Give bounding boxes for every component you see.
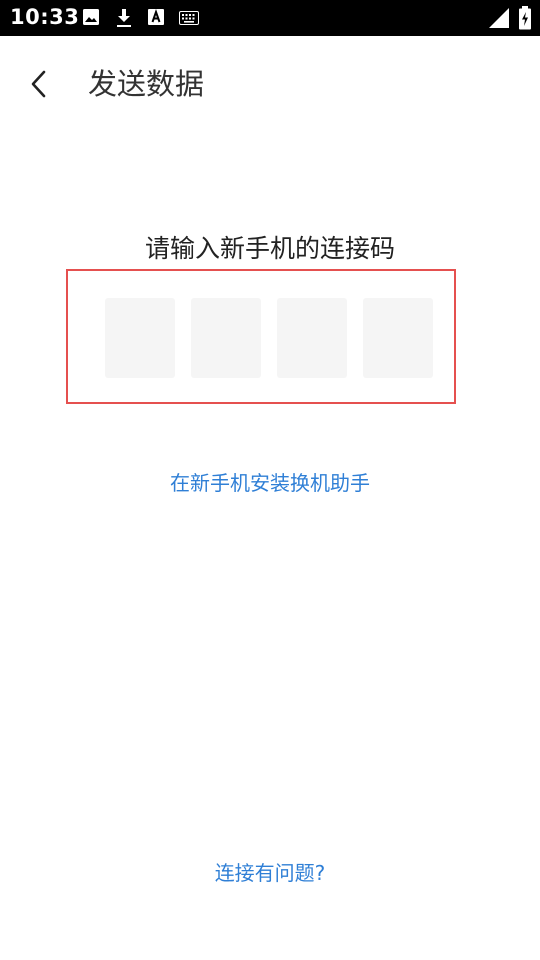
battery-icon (519, 6, 531, 30)
code-digit-input-3[interactable] (277, 298, 347, 378)
code-digit-input-2[interactable] (191, 298, 261, 378)
text-a-icon (148, 8, 164, 25)
download-icon (117, 9, 131, 27)
app-bar: 发送数据 (0, 36, 540, 132)
image-icon (83, 9, 99, 25)
chevron-left-icon (31, 70, 46, 98)
signal-icon (489, 8, 509, 28)
page-title: 发送数据 (88, 67, 205, 101)
status-bar: 10:33 (0, 0, 540, 36)
connection-problem-link[interactable]: 连接有问题? (0, 857, 540, 886)
code-digit-input-1[interactable] (105, 298, 175, 378)
back-button[interactable] (24, 64, 64, 104)
connection-code-input (66, 269, 456, 404)
connection-code-prompt: 请输入新手机的连接码 (144, 234, 395, 263)
code-digit-input-4[interactable] (363, 298, 433, 378)
keyboard-icon (179, 11, 199, 25)
status-time: 10:33 (10, 5, 80, 29)
install-helper-link[interactable]: 在新手机安装换机助手 (0, 467, 540, 496)
